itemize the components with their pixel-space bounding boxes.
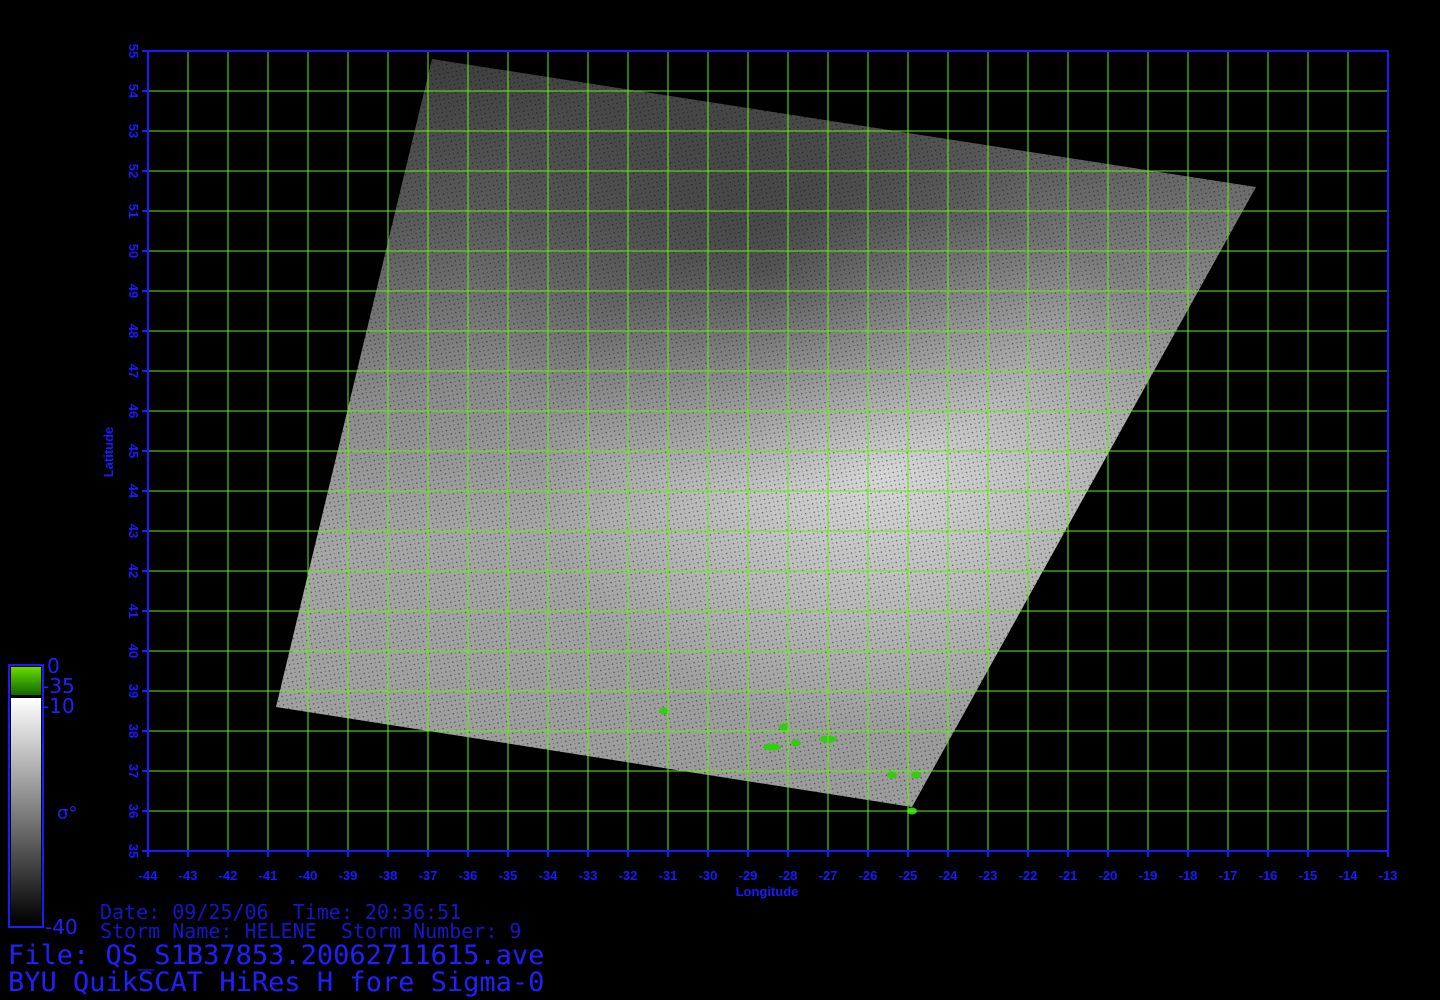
lon-tick-label: -39 [339, 868, 358, 883]
lat-tick-label: 38 [126, 724, 141, 738]
lon-tick-label: -33 [579, 868, 598, 883]
lon-tick-label: -25 [899, 868, 918, 883]
colorbar-land-ramp [11, 667, 41, 695]
land-patch [887, 771, 897, 779]
lon-tick-label: -27 [819, 868, 838, 883]
colorbar-symbol: σ° [57, 803, 78, 824]
lon-tick-label: -21 [1059, 868, 1078, 883]
longitude-ticks: -44 -43 -42 -41 -40 -39 -38 -37 -36 -35 -34 -33 -32 -… [139, 851, 1398, 883]
lon-tick-label: -43 [179, 868, 198, 883]
lon-tick-label: -32 [619, 868, 638, 883]
lon-tick-label: -42 [219, 868, 238, 883]
lat-tick-label: 42 [126, 564, 141, 578]
lon-tick-label: -15 [1299, 868, 1318, 883]
x-axis-label: Longitude [736, 884, 799, 899]
lon-tick-label: -28 [779, 868, 798, 883]
lon-tick-label: -41 [259, 868, 278, 883]
lon-tick-label: -38 [379, 868, 398, 883]
lon-tick-label: -19 [1139, 868, 1158, 883]
land-patch [791, 739, 801, 747]
lat-tick-label: 43 [126, 524, 141, 538]
lon-tick-label: -35 [499, 868, 518, 883]
storm-info-line: Storm Name: HELENE Storm Number: 9 [100, 919, 522, 943]
lat-tick-label: 47 [126, 364, 141, 378]
lat-tick-label: 55 [126, 44, 141, 58]
lon-tick-label: -44 [139, 868, 159, 883]
y-axis-label: Latitude [101, 427, 116, 478]
product-title: BYU QuikSCAT HiRes H fore Sigma-0 [8, 967, 545, 998]
latitude-ticks: 35 36 37 38 39 40 41 42 43 44 45 46 47 48 49 50 51 52 53 54… [126, 44, 148, 858]
lat-tick-label: 50 [126, 244, 141, 258]
lat-tick-label: 40 [126, 644, 141, 658]
lat-tick-label: 45 [126, 444, 141, 458]
lon-tick-label: -23 [979, 868, 998, 883]
lon-tick-label: -29 [739, 868, 758, 883]
lon-tick-label: -24 [939, 868, 959, 883]
lon-tick-label: -40 [299, 868, 318, 883]
colorbar [8, 664, 44, 928]
lat-tick-label: 52 [126, 164, 141, 178]
lat-tick-label: 51 [126, 204, 141, 218]
lon-tick-label: -20 [1099, 868, 1118, 883]
lat-tick-label: 35 [126, 844, 141, 858]
lon-tick-label: -14 [1339, 868, 1359, 883]
lat-tick-label: 49 [126, 284, 141, 298]
colorbar-ocean-ramp [11, 698, 41, 924]
lat-tick-label: 53 [126, 124, 141, 138]
lat-tick-label: 41 [126, 604, 141, 618]
lat-tick-label: 48 [126, 324, 141, 338]
land-patch [763, 743, 781, 751]
lon-tick-label: -22 [1019, 868, 1038, 883]
colorbar-tick-minus35: -35 [42, 674, 75, 698]
lon-tick-label: -31 [659, 868, 678, 883]
lon-tick-label: -16 [1259, 868, 1278, 883]
lat-tick-label: 36 [126, 804, 141, 818]
lat-tick-label: 44 [126, 484, 141, 499]
file-name-line: File: QS_S1B37853.20062711615.ave [8, 940, 545, 971]
colorbar-tick-minus40: -40 [45, 915, 78, 939]
lat-tick-label: 37 [126, 764, 141, 778]
lon-tick-label: -17 [1219, 868, 1238, 883]
lat-lon-grid [148, 51, 1388, 851]
lat-tick-label: 54 [126, 84, 141, 99]
lon-tick-label: -36 [459, 868, 478, 883]
colorbar-tick-minus10: -10 [42, 694, 75, 718]
lon-tick-label: -34 [539, 868, 559, 883]
lon-tick-label: -30 [699, 868, 718, 883]
colorbar-tick-0: 0 [47, 654, 60, 678]
land-patch [911, 771, 921, 779]
lon-tick-label: -13 [1379, 868, 1398, 883]
lon-tick-label: -26 [859, 868, 878, 883]
lon-tick-label: -37 [419, 868, 438, 883]
lon-tick-label: -18 [1179, 868, 1198, 883]
lat-tick-label: 46 [126, 404, 141, 418]
storm-map: -44 -43 -42 -41 -40 -39 -38 -37 -36 -35 -34 -33 -32 -… [8, 44, 1398, 928]
lat-tick-label: 39 [126, 684, 141, 698]
